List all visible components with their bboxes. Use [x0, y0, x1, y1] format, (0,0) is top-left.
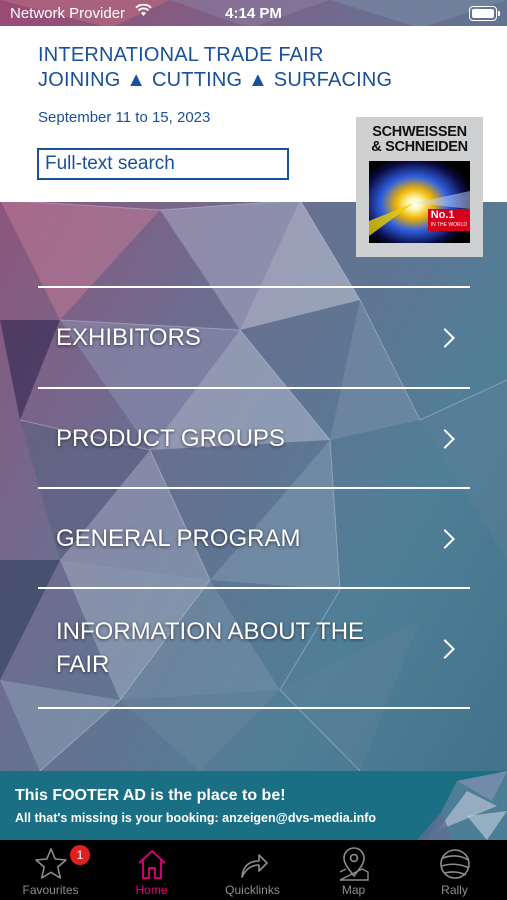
footer-ad-subline: All that's missing is your booking: anze…	[15, 811, 377, 825]
menu-item-label: GENERAL PROGRAM	[56, 525, 301, 552]
chevron-right-icon	[435, 639, 455, 659]
footer-ad-banner[interactable]: This FOOTER AD is the place to be! All t…	[0, 771, 507, 840]
menu-item-general-program[interactable]: GENERAL PROGRAM	[38, 487, 470, 587]
main-menu: EXHIBITORS PRODUCT GROUPS GENERAL PROGRA…	[38, 286, 470, 709]
menu-item-exhibitors[interactable]: EXHIBITORS	[38, 286, 470, 387]
footer-ad-headline: This FOOTER AD is the place to be!	[15, 787, 286, 804]
status-bar: Network Provider 4:14 PM	[0, 0, 507, 28]
globe-icon	[439, 849, 470, 879]
map-pin-icon	[339, 847, 369, 881]
tab-bar: 1 Favourites Home Quicklinks Map Rally	[0, 840, 507, 900]
share-arrow-icon	[240, 854, 268, 878]
menu-item-label: PRODUCT GROUPS	[56, 425, 285, 452]
menu-item-product-groups[interactable]: PRODUCT GROUPS	[38, 387, 470, 487]
tab-label: Home	[135, 883, 168, 897]
menu-item-information-about-the-fair[interactable]: INFORMATION ABOUT THE FAIR	[38, 587, 470, 709]
fair-title-line2: JOINING ▲ CUTTING ▲ SURFACING	[38, 69, 393, 91]
tab-map[interactable]: Map	[303, 840, 404, 900]
favourites-count-badge: 1	[70, 845, 90, 865]
logo-text-line2: & SCHNEIDEN	[371, 139, 468, 155]
fair-logo: SCHWEISSEN & SCHNEIDEN No.1 IN THE WORLD	[356, 117, 483, 257]
battery-icon	[469, 6, 500, 21]
tab-rally[interactable]: Rally	[404, 840, 505, 900]
tab-label: Map	[341, 883, 366, 897]
menu-item-label: INFORMATION ABOUT THE FAIR	[56, 618, 365, 678]
search-input[interactable]	[37, 148, 289, 180]
star-icon	[34, 848, 67, 879]
logo-spark-image: No.1 IN THE WORLD	[369, 161, 470, 243]
fair-title-line1: INTERNATIONAL TRADE FAIR	[38, 44, 324, 66]
tab-label: Favourites	[22, 883, 79, 897]
menu-item-label: EXHIBITORS	[56, 324, 201, 351]
chevron-right-icon	[435, 529, 455, 549]
tab-label: Rally	[441, 883, 468, 897]
tab-quicklinks[interactable]: Quicklinks	[202, 840, 303, 900]
tab-favourites[interactable]: 1 Favourites	[0, 840, 101, 900]
chevron-right-icon	[435, 328, 455, 348]
fair-dates: September 11 to 15, 2023	[38, 109, 211, 126]
home-icon	[137, 850, 166, 879]
number-one-badge: No.1 IN THE WORLD	[427, 209, 470, 231]
tab-label: Quicklinks	[225, 883, 280, 897]
footer-ad-polygon-graphic	[417, 771, 507, 840]
chevron-right-icon	[435, 429, 455, 449]
clock: 4:14 PM	[225, 5, 282, 22]
tab-home[interactable]: Home	[101, 840, 202, 900]
logo-text-line1: SCHWEISSEN	[372, 124, 467, 140]
